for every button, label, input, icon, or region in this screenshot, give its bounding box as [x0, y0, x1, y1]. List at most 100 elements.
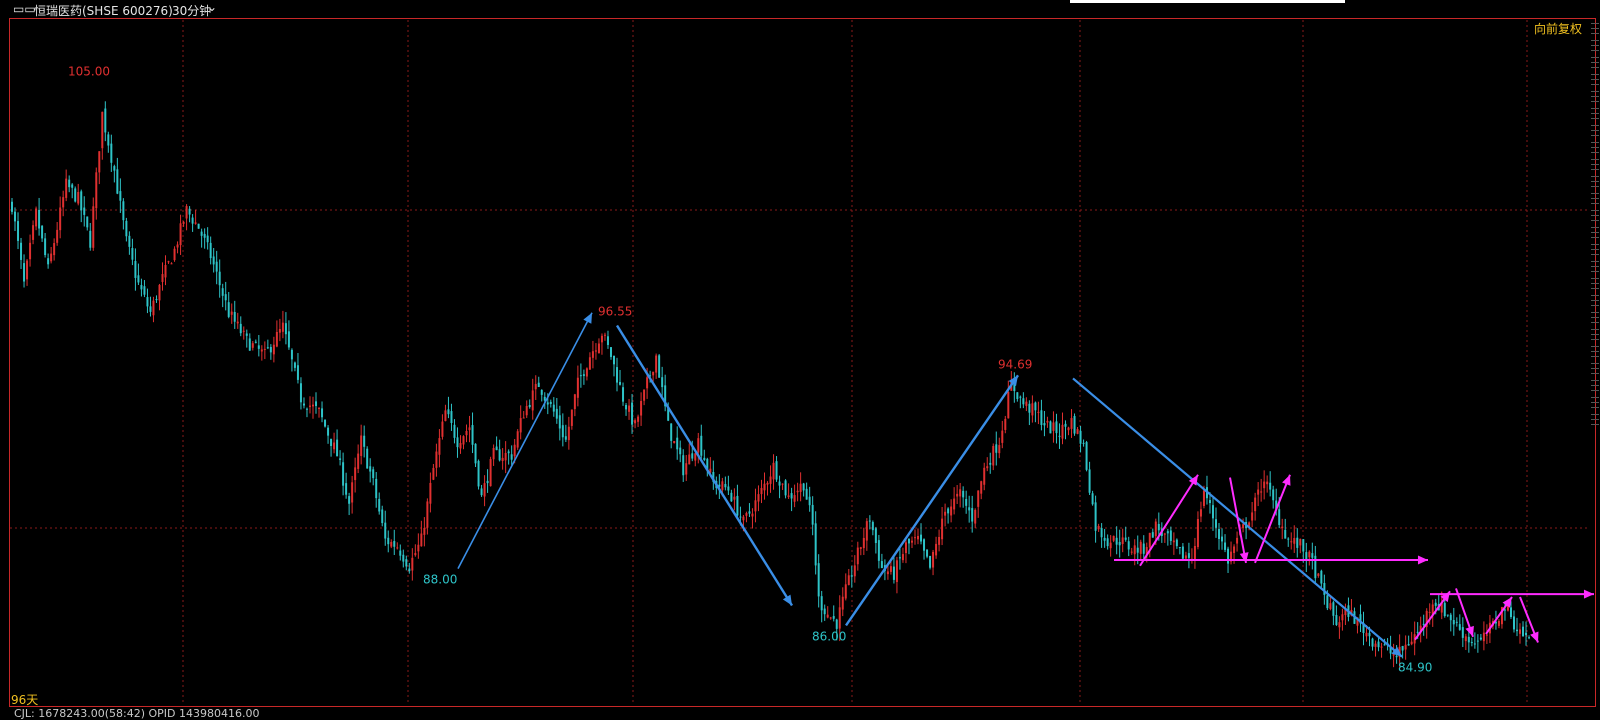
candle-body [1218, 529, 1221, 540]
candle-body [1269, 482, 1272, 490]
candle-body [688, 454, 691, 465]
candle-body [65, 178, 68, 198]
indicator-glyph [1590, 123, 1600, 137]
candle-body [462, 436, 465, 445]
candle-body [643, 389, 646, 401]
candle-body [1001, 430, 1004, 443]
candle-body [814, 523, 817, 566]
candle-body [260, 349, 263, 352]
trend-arrow-magenta-head [1239, 552, 1249, 563]
candle-body [1473, 643, 1476, 645]
candle-body [17, 221, 20, 241]
candle-body [302, 403, 305, 406]
candle-body [892, 566, 895, 580]
candle-body [351, 482, 354, 503]
candle-body [1172, 540, 1175, 543]
candle-body [811, 504, 814, 525]
candle-body [832, 616, 835, 619]
candlestick-chart[interactable]: 105.00 88.00 96.55 86.00 94.69 84.90 [0, 0, 1600, 716]
candle-body [140, 285, 143, 290]
candle-body [661, 377, 664, 388]
candle-body [576, 377, 579, 398]
adjust-mode-label[interactable]: 向前复权 [1534, 20, 1582, 37]
candle-body [1257, 489, 1260, 495]
candle-body [1452, 619, 1455, 625]
candle-body [41, 225, 44, 239]
candle-body [877, 540, 880, 561]
candle-body [1470, 641, 1473, 643]
candle-body [399, 550, 402, 556]
candle-body [266, 347, 269, 349]
candle-body [137, 275, 140, 283]
candle-body [23, 263, 26, 282]
candle-body [1251, 512, 1254, 521]
candle-body [1281, 526, 1284, 528]
candle-body [986, 466, 989, 469]
candle-body [272, 344, 275, 355]
candle-body [1272, 489, 1275, 501]
candle-body [853, 565, 856, 577]
candle-body [983, 467, 986, 485]
candle-body [874, 528, 877, 544]
candle-body [898, 557, 901, 559]
candle-body [305, 408, 308, 410]
candle-body [203, 233, 206, 238]
candle-body [567, 426, 570, 441]
price-label-low: 88.00 [423, 573, 457, 587]
candle-body [1079, 430, 1082, 444]
candle-body [1233, 546, 1236, 553]
candle-body [989, 462, 992, 465]
candle-body [1503, 609, 1506, 611]
candle-body [1476, 640, 1479, 642]
indicator-glyph [1590, 293, 1600, 307]
candle-body [1329, 603, 1332, 610]
candle-body [703, 457, 706, 460]
candle-body [170, 263, 173, 265]
candle-body [119, 191, 122, 201]
candle-body [1374, 643, 1377, 647]
indicator-glyph [1590, 106, 1600, 120]
candle-body [1151, 532, 1154, 538]
candle-body [980, 481, 983, 494]
candle-body [640, 400, 643, 416]
candle-body [345, 483, 348, 495]
candle-body [1242, 524, 1245, 529]
candle-body [534, 383, 537, 390]
price-label-high: 105.00 [68, 64, 110, 78]
candle-body [941, 518, 944, 540]
candle-body [995, 444, 998, 453]
candle-body [236, 321, 239, 324]
candle-body [745, 513, 748, 516]
candle-body [62, 197, 65, 208]
candle-body [1236, 537, 1239, 544]
candle-body [158, 284, 161, 301]
candle-body [1157, 523, 1160, 531]
candle-body [600, 335, 603, 343]
candle-body [281, 322, 284, 332]
price-label-low: 84.90 [1398, 661, 1432, 675]
indicator-glyph [1590, 327, 1600, 341]
candle-body [1221, 536, 1224, 542]
candle-body [498, 449, 501, 461]
candle-body [546, 402, 549, 405]
candle-body [998, 445, 1001, 454]
candle-body [387, 537, 390, 545]
candle-body [1461, 627, 1464, 638]
candle-body [588, 357, 591, 370]
candle-body [1064, 423, 1067, 427]
candle-body [1034, 402, 1037, 411]
volume-info-text: CJL: 1678243.00(58:42) OPID 143980416.00 [14, 707, 260, 720]
candle-body [1142, 543, 1145, 554]
candle-body [330, 438, 333, 446]
candle-body [110, 143, 113, 163]
candle-body [29, 242, 32, 260]
candle-body [104, 108, 107, 133]
candle-body [1455, 621, 1458, 623]
candle-body [519, 418, 522, 433]
candle-body [56, 229, 59, 243]
candle-body [1184, 555, 1187, 559]
candle-body [1227, 548, 1230, 564]
candle-body [1410, 641, 1413, 645]
candle-body [1395, 655, 1398, 658]
indicator-glyph [1590, 38, 1600, 52]
